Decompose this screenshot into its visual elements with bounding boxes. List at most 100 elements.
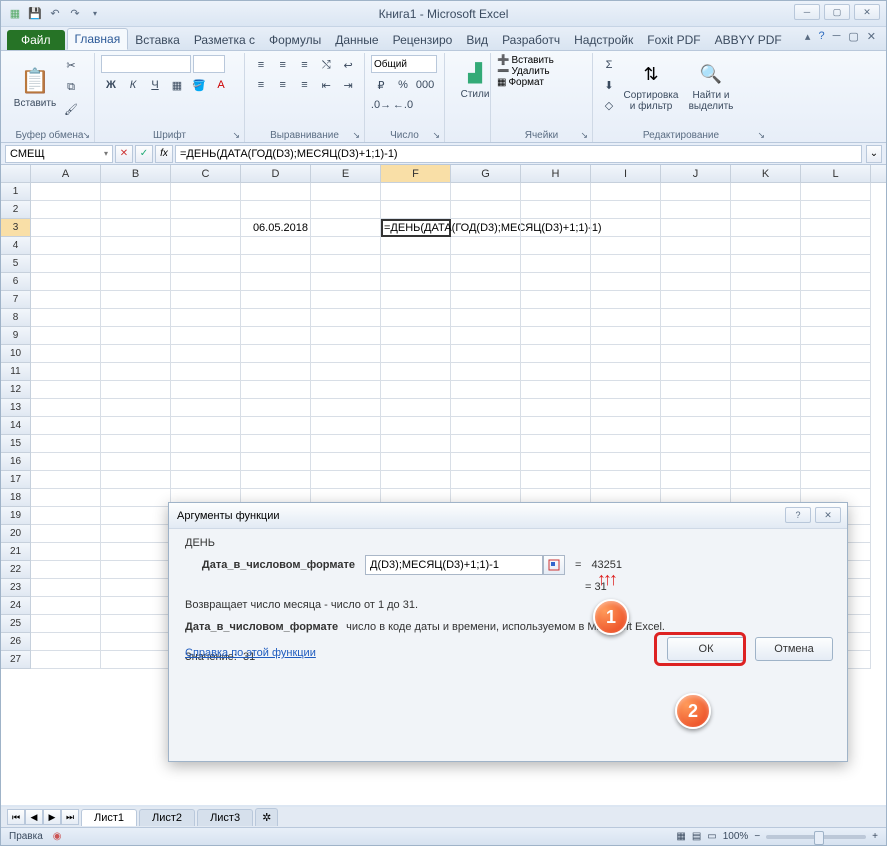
view-layout-icon[interactable]: ▤ <box>692 831 701 842</box>
cell[interactable] <box>311 327 381 345</box>
cell[interactable] <box>521 381 591 399</box>
merge-icon[interactable]: ⇥ <box>338 75 358 95</box>
cell[interactable] <box>101 633 171 651</box>
formula-bar[interactable]: =ДЕНЬ(ДАТА(ГОД(D3);МЕСЯЦ(D3)+1;1)-1) <box>175 145 862 163</box>
col-header[interactable]: A <box>31 165 101 182</box>
cell[interactable] <box>801 273 871 291</box>
align-center-icon[interactable]: ≡ <box>273 75 293 95</box>
dialog-titlebar[interactable]: Аргументы функции ? ✕ <box>169 503 847 529</box>
cell[interactable] <box>521 435 591 453</box>
cell[interactable] <box>731 309 801 327</box>
bold-icon[interactable]: Ж <box>101 75 121 95</box>
row-header[interactable]: 26 <box>1 633 31 651</box>
row-header[interactable]: 18 <box>1 489 31 507</box>
redo-icon[interactable]: ↷ <box>67 5 83 21</box>
cell[interactable] <box>31 525 101 543</box>
align-top-icon[interactable]: ≡ <box>251 55 271 75</box>
cell[interactable] <box>381 363 451 381</box>
zoom-out-button[interactable]: − <box>754 831 760 842</box>
tab-abbyy[interactable]: ABBYY PDF <box>708 30 789 50</box>
orientation-icon[interactable]: ⤭ <box>316 55 336 75</box>
cell[interactable] <box>451 273 521 291</box>
cell[interactable] <box>591 381 661 399</box>
cell[interactable] <box>661 201 731 219</box>
row-header[interactable]: 14 <box>1 417 31 435</box>
cell[interactable] <box>311 363 381 381</box>
cell[interactable] <box>801 417 871 435</box>
zoom-slider[interactable] <box>766 835 866 839</box>
cell[interactable] <box>171 363 241 381</box>
spreadsheet-grid[interactable]: A B C D E F G H I J K L 12306.05.2018=ДЕ… <box>1 165 886 805</box>
row-header[interactable]: 16 <box>1 453 31 471</box>
cell[interactable] <box>451 435 521 453</box>
cell[interactable] <box>731 417 801 435</box>
cell[interactable] <box>101 615 171 633</box>
cell[interactable] <box>801 381 871 399</box>
row-header[interactable]: 21 <box>1 543 31 561</box>
cell[interactable] <box>381 201 451 219</box>
cell[interactable] <box>241 381 311 399</box>
cell[interactable] <box>381 453 451 471</box>
cell[interactable] <box>31 579 101 597</box>
view-break-icon[interactable]: ▭ <box>707 831 716 842</box>
cell[interactable] <box>101 183 171 201</box>
sheet-nav-first[interactable]: ⏮ <box>7 809 25 825</box>
cell[interactable] <box>311 183 381 201</box>
tab-addins[interactable]: Надстройк <box>567 30 640 50</box>
cell[interactable] <box>521 363 591 381</box>
cell[interactable] <box>381 417 451 435</box>
cell[interactable]: 06.05.2018 <box>241 219 311 237</box>
tab-foxit[interactable]: Foxit PDF <box>640 30 707 50</box>
cell[interactable] <box>381 435 451 453</box>
cell[interactable] <box>241 273 311 291</box>
fill-color-icon[interactable]: 🪣 <box>189 75 209 95</box>
cell[interactable] <box>171 345 241 363</box>
col-header[interactable]: K <box>731 165 801 182</box>
cell[interactable] <box>521 291 591 309</box>
cell[interactable] <box>31 435 101 453</box>
cell[interactable] <box>171 273 241 291</box>
range-picker-button[interactable] <box>543 555 565 575</box>
decimal-inc-icon[interactable]: .0→ <box>371 95 391 115</box>
cell[interactable] <box>801 453 871 471</box>
cell[interactable] <box>31 507 101 525</box>
cell[interactable] <box>591 219 661 237</box>
font-color-icon[interactable]: A <box>211 75 231 95</box>
col-header[interactable]: G <box>451 165 521 182</box>
zoom-in-button[interactable]: + <box>872 831 878 842</box>
cell[interactable] <box>451 309 521 327</box>
cell[interactable] <box>731 471 801 489</box>
cell[interactable] <box>591 471 661 489</box>
cell[interactable] <box>101 543 171 561</box>
macro-record-icon[interactable]: ◉ <box>53 831 62 842</box>
cell[interactable] <box>311 291 381 309</box>
align-left-icon[interactable]: ≡ <box>251 75 271 95</box>
cut-icon[interactable]: ✂ <box>61 55 81 75</box>
cell[interactable] <box>241 471 311 489</box>
cell[interactable] <box>101 363 171 381</box>
cell[interactable] <box>31 597 101 615</box>
cell[interactable] <box>171 219 241 237</box>
cell[interactable] <box>381 183 451 201</box>
align-mid-icon[interactable]: ≡ <box>273 55 293 75</box>
cell[interactable] <box>31 183 101 201</box>
percent-icon[interactable]: % <box>393 75 413 95</box>
cell[interactable] <box>31 255 101 273</box>
cell[interactable] <box>521 399 591 417</box>
cell[interactable] <box>731 435 801 453</box>
row-header[interactable]: 23 <box>1 579 31 597</box>
cell[interactable] <box>591 183 661 201</box>
cell[interactable] <box>521 255 591 273</box>
cell[interactable] <box>731 183 801 201</box>
cell[interactable] <box>101 651 171 669</box>
cell[interactable] <box>101 327 171 345</box>
cell[interactable] <box>311 273 381 291</box>
accept-formula-button[interactable]: ✓ <box>135 145 153 163</box>
cell[interactable] <box>311 435 381 453</box>
cell[interactable] <box>241 417 311 435</box>
sheet-tab[interactable]: Лист2 <box>139 809 195 826</box>
cell[interactable] <box>381 273 451 291</box>
cell[interactable] <box>171 237 241 255</box>
cell[interactable] <box>591 255 661 273</box>
row-header[interactable]: 20 <box>1 525 31 543</box>
